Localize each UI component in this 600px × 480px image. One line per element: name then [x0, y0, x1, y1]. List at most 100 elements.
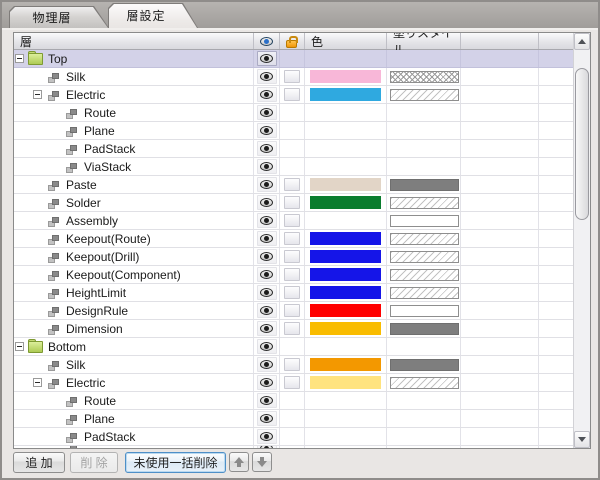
table-row[interactable]: Silk: [14, 356, 573, 374]
visibility-toggle[interactable]: [257, 411, 277, 426]
table-row[interactable]: Assembly: [14, 212, 573, 230]
tab-layer-settings[interactable]: 層設定: [108, 3, 198, 28]
column-header-empty: [539, 33, 573, 49]
scrollbar-track[interactable]: [574, 50, 590, 431]
color-swatch[interactable]: [310, 232, 381, 245]
color-swatch[interactable]: [310, 304, 381, 317]
table-row[interactable]: ViaStack: [14, 158, 573, 176]
visibility-toggle[interactable]: [257, 105, 277, 120]
visibility-toggle[interactable]: [257, 267, 277, 282]
color-swatch[interactable]: [310, 70, 381, 83]
fill-style-swatch[interactable]: [390, 71, 459, 83]
table-row[interactable]: Route: [14, 104, 573, 122]
lock-toggle[interactable]: [284, 304, 300, 317]
fill-style-swatch[interactable]: [390, 233, 459, 245]
table-row[interactable]: Bottom: [14, 338, 573, 356]
lock-toggle[interactable]: [284, 70, 300, 83]
visibility-toggle[interactable]: [257, 123, 277, 138]
color-swatch[interactable]: [310, 250, 381, 263]
visibility-toggle[interactable]: [257, 213, 277, 228]
color-swatch[interactable]: [310, 322, 381, 335]
lock-toggle[interactable]: [284, 250, 300, 263]
table-row[interactable]: PadStack: [14, 428, 573, 446]
lock-toggle[interactable]: [284, 376, 300, 389]
move-up-button[interactable]: [229, 452, 249, 472]
scrollbar-thumb[interactable]: [575, 68, 589, 220]
scrollbar-up-button[interactable]: [574, 33, 590, 50]
color-swatch[interactable]: [310, 286, 381, 299]
visibility-toggle[interactable]: [257, 177, 277, 192]
table-row[interactable]: HeightLimit: [14, 284, 573, 302]
delete-unused-button[interactable]: 未使用一括削除: [125, 452, 226, 473]
lock-toggle[interactable]: [284, 88, 300, 101]
table-row[interactable]: Electric: [14, 374, 573, 392]
table-row[interactable]: Plane: [14, 122, 573, 140]
table-row[interactable]: Keepout(Component): [14, 266, 573, 284]
fill-style-swatch[interactable]: [390, 287, 459, 299]
lock-toggle[interactable]: [284, 358, 300, 371]
table-row[interactable]: Dimension: [14, 320, 573, 338]
table-row[interactable]: DesignRule: [14, 302, 573, 320]
visibility-toggle[interactable]: [257, 446, 277, 448]
color-swatch[interactable]: [310, 268, 381, 281]
tree-collapse-toggle[interactable]: [15, 54, 24, 63]
lock-toggle[interactable]: [284, 322, 300, 335]
tab-physical-layer[interactable]: 物理層: [9, 6, 109, 28]
fill-style-swatch[interactable]: [390, 215, 459, 227]
table-row[interactable]: PadStack: [14, 140, 573, 158]
table-row[interactable]: Paste: [14, 176, 573, 194]
fill-style-swatch[interactable]: [390, 305, 459, 317]
visibility-toggle[interactable]: [257, 429, 277, 444]
visibility-toggle[interactable]: [257, 69, 277, 84]
fill-style-swatch[interactable]: [390, 377, 459, 389]
visibility-toggle[interactable]: [257, 195, 277, 210]
visibility-toggle[interactable]: [257, 339, 277, 354]
color-swatch[interactable]: [310, 376, 381, 389]
color-swatch[interactable]: [310, 196, 381, 209]
table-row[interactable]: Solder: [14, 194, 573, 212]
tree-collapse-toggle[interactable]: [33, 378, 42, 387]
lock-toggle[interactable]: [284, 232, 300, 245]
visibility-toggle[interactable]: [257, 249, 277, 264]
color-swatch[interactable]: [310, 178, 381, 191]
fill-style-swatch[interactable]: [390, 251, 459, 263]
table-row[interactable]: Plane: [14, 410, 573, 428]
move-down-button[interactable]: [252, 452, 272, 472]
visibility-toggle[interactable]: [257, 357, 277, 372]
lock-toggle[interactable]: [284, 268, 300, 281]
fill-style-swatch[interactable]: [390, 359, 459, 371]
fill-style-swatch[interactable]: [390, 323, 459, 335]
lock-toggle[interactable]: [284, 196, 300, 209]
table-row[interactable]: Silk: [14, 68, 573, 86]
visibility-toggle[interactable]: [257, 51, 277, 66]
table-row[interactable]: Top: [14, 50, 573, 68]
visibility-toggle[interactable]: [257, 285, 277, 300]
visibility-toggle[interactable]: [257, 141, 277, 156]
visibility-toggle[interactable]: [257, 159, 277, 174]
fill-style-swatch[interactable]: [390, 89, 459, 101]
add-button[interactable]: 追 加: [13, 452, 65, 473]
color-swatch[interactable]: [310, 88, 381, 101]
table-row[interactable]: [14, 446, 573, 448]
table-row[interactable]: Keepout(Drill): [14, 248, 573, 266]
table-row[interactable]: Keepout(Route): [14, 230, 573, 248]
fill-style-swatch[interactable]: [390, 197, 459, 209]
vertical-scrollbar[interactable]: [573, 33, 590, 448]
visibility-toggle[interactable]: [257, 393, 277, 408]
visibility-toggle[interactable]: [257, 375, 277, 390]
table-row[interactable]: Route: [14, 392, 573, 410]
visibility-toggle[interactable]: [257, 231, 277, 246]
visibility-toggle[interactable]: [257, 303, 277, 318]
lock-toggle[interactable]: [284, 286, 300, 299]
tree-collapse-toggle[interactable]: [33, 90, 42, 99]
visibility-toggle[interactable]: [257, 87, 277, 102]
visibility-toggle[interactable]: [257, 321, 277, 336]
scrollbar-down-button[interactable]: [574, 431, 590, 448]
lock-toggle[interactable]: [284, 214, 300, 227]
fill-style-swatch[interactable]: [390, 179, 459, 191]
color-swatch[interactable]: [310, 358, 381, 371]
fill-style-swatch[interactable]: [390, 269, 459, 281]
table-row[interactable]: Electric: [14, 86, 573, 104]
lock-toggle[interactable]: [284, 178, 300, 191]
tree-collapse-toggle[interactable]: [15, 342, 24, 351]
